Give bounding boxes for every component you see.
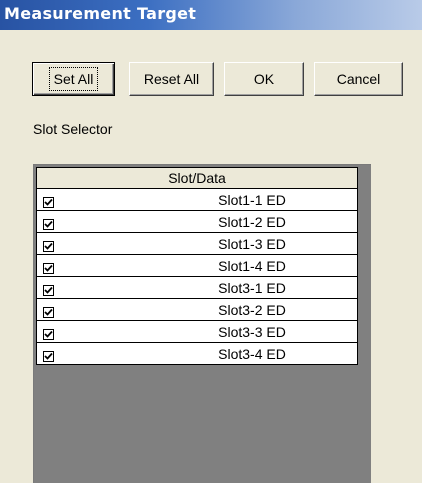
- set-all-button[interactable]: Set All: [32, 62, 115, 96]
- table-row[interactable]: Slot3-2 ED: [36, 298, 358, 321]
- slot-grid[interactable]: Slot/Data Slot1-1 ED Slot1-2 ED Slot1-3 ED…: [33, 164, 371, 483]
- slot-checkbox[interactable]: [43, 262, 54, 274]
- checkbox-cell: [36, 254, 197, 277]
- slot-checkbox[interactable]: [43, 218, 54, 230]
- checkbox-cell: [36, 320, 197, 343]
- slot-label: Slot1-2 ED: [197, 210, 358, 233]
- slot-label: Slot1-1 ED: [197, 188, 358, 211]
- checkmark-icon: [44, 242, 53, 250]
- slot-checkbox[interactable]: [43, 328, 54, 340]
- cancel-button[interactable]: Cancel: [314, 62, 403, 96]
- reset-all-button[interactable]: Reset All: [129, 62, 214, 96]
- slot-table: Slot/Data Slot1-1 ED Slot1-2 ED Slot1-3 ED…: [36, 167, 358, 365]
- checkbox-cell: [36, 232, 197, 255]
- window-title: Measurement Target: [4, 4, 197, 23]
- ok-button[interactable]: OK: [224, 62, 304, 96]
- table-row[interactable]: Slot1-2 ED: [36, 210, 358, 233]
- slot-checkbox[interactable]: [43, 240, 54, 252]
- checkmark-icon: [44, 220, 53, 228]
- slot-checkbox[interactable]: [43, 284, 54, 296]
- checkmark-icon: [44, 330, 53, 338]
- slot-label: Slot3-3 ED: [197, 320, 358, 343]
- slot-label: Slot3-1 ED: [197, 276, 358, 299]
- checkbox-cell: [36, 298, 197, 321]
- column-header-slot-data[interactable]: Slot/Data: [36, 167, 358, 189]
- slot-label: Slot3-2 ED: [197, 298, 358, 321]
- slot-selector-label: Slot Selector: [33, 121, 113, 137]
- slot-label: Slot1-4 ED: [197, 254, 358, 277]
- table-row[interactable]: Slot1-4 ED: [36, 254, 358, 277]
- slot-label: Slot3-4 ED: [197, 342, 358, 365]
- checkmark-icon: [44, 198, 53, 206]
- checkmark-icon: [44, 352, 53, 360]
- table-row[interactable]: Slot3-1 ED: [36, 276, 358, 299]
- checkmark-icon: [44, 286, 53, 294]
- checkbox-cell: [36, 188, 197, 211]
- table-row[interactable]: Slot3-3 ED: [36, 320, 358, 343]
- table-header-row: Slot/Data: [36, 167, 358, 189]
- table-row[interactable]: Slot3-4 ED: [36, 342, 358, 365]
- checkmark-icon: [44, 264, 53, 272]
- slot-checkbox[interactable]: [43, 306, 54, 318]
- slot-checkbox[interactable]: [43, 350, 54, 362]
- checkbox-cell: [36, 210, 197, 233]
- checkbox-cell: [36, 276, 197, 299]
- title-bar[interactable]: Measurement Target: [0, 0, 422, 30]
- slot-checkbox[interactable]: [43, 196, 54, 208]
- checkmark-icon: [44, 308, 53, 316]
- table-row[interactable]: Slot1-1 ED: [36, 188, 358, 211]
- table-row[interactable]: Slot1-3 ED: [36, 232, 358, 255]
- measurement-target-dialog: Measurement Target Set All Reset All OK …: [0, 0, 422, 483]
- slot-rows: Slot1-1 ED Slot1-2 ED Slot1-3 ED Slot1-4 ED…: [36, 188, 358, 365]
- set-all-label: Set All: [48, 67, 99, 91]
- slot-label: Slot1-3 ED: [197, 232, 358, 255]
- checkbox-cell: [36, 342, 197, 365]
